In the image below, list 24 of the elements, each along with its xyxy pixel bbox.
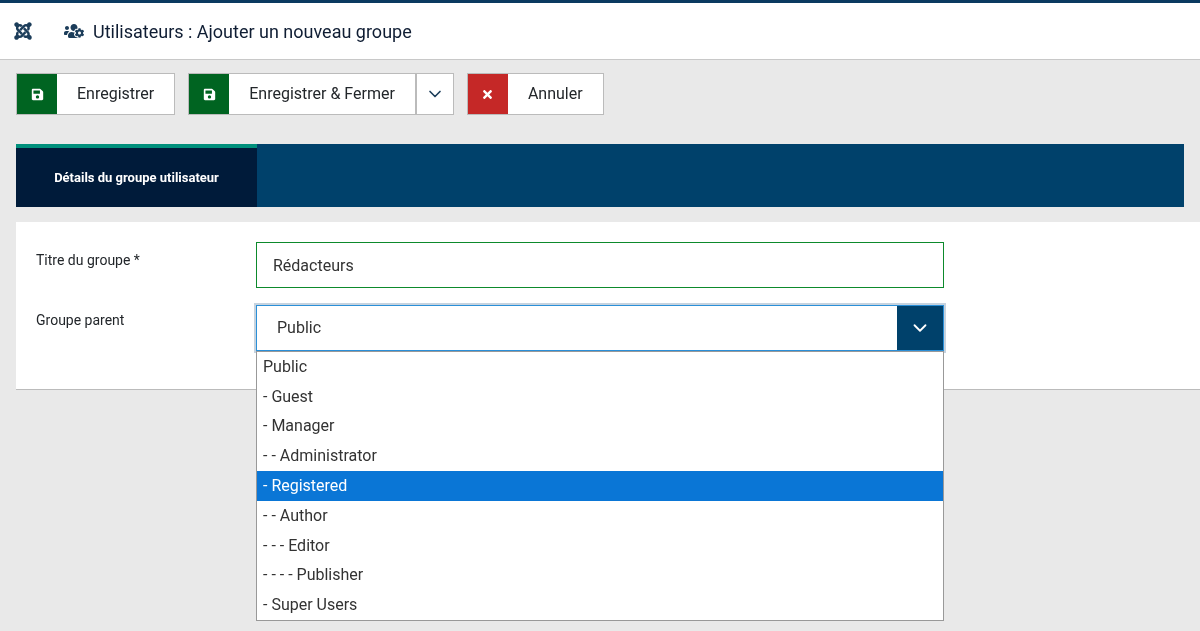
dropdown-option[interactable]: - Super Users: [257, 590, 943, 621]
input-field[interactable]: Rédacteurs: [256, 242, 944, 288]
dropdown-toggle[interactable]: [415, 73, 454, 115]
dropdown-option[interactable]: Public: [257, 352, 943, 382]
field-label: Groupe parent: [35, 311, 126, 330]
page-title: Utilisateurs : Ajouter un nouveau groupe: [93, 19, 412, 44]
dropdown-option[interactable]: - Manager: [257, 411, 943, 442]
dropdown-option[interactable]: - - - Editor: [257, 530, 943, 561]
save-icon: [30, 87, 44, 101]
select-field[interactable]: Public: [256, 305, 944, 351]
cancel-button[interactable]: Annuler: [466, 73, 604, 115]
dropdown-option[interactable]: - Registered: [257, 471, 943, 501]
save-button[interactable]: Enregistrer & Fermer: [188, 73, 416, 115]
dropdown-option[interactable]: - - Administrator: [257, 441, 943, 472]
dropdown-option[interactable]: - - - - Publisher: [257, 560, 943, 591]
users-cog-icon: [64, 23, 84, 39]
dropdown-option[interactable]: - Guest: [257, 381, 943, 412]
dropdown-option[interactable]: - - Author: [257, 501, 943, 531]
field-label: Titre du groupe *: [35, 251, 141, 270]
save-icon: [202, 87, 216, 101]
save-button[interactable]: Enregistrer: [16, 73, 176, 115]
close-icon: [481, 87, 495, 101]
logo-icon[interactable]: [13, 21, 33, 41]
tab[interactable]: Détails du groupe utilisateur: [16, 144, 257, 207]
